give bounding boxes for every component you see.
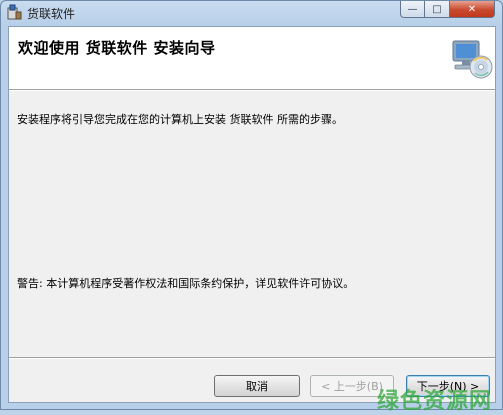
dialog-client-area: 欢迎使用 货联软件 安装向导 安装程序将引导您完成在您的计算机上安装 货联软件 … — [8, 26, 496, 414]
copyright-warning: 警告: 本计算机程序受著作权法和国际条约保护，详见软件许可协议。 — [17, 277, 355, 290]
header-banner: 欢迎使用 货联软件 安装向导 — [9, 27, 495, 90]
back-button[interactable]: < 上一步(B) — [310, 375, 394, 397]
computer-cd-icon — [452, 40, 493, 79]
title-bar[interactable]: 货联软件 — □ ✕ — [1, 1, 502, 25]
next-button[interactable]: 下一步(N) > — [406, 375, 490, 397]
description-text: 安装程序将引导您完成在您的计算机上安装 货联软件 所需的步骤。 — [17, 113, 343, 126]
maximize-button[interactable]: □ — [424, 1, 450, 18]
installer-app-icon — [7, 4, 22, 20]
banner-divider — [9, 90, 495, 91]
close-button[interactable]: ✕ — [449, 1, 495, 18]
minimize-button[interactable]: — — [400, 1, 425, 18]
banner-title: 欢迎使用 货联软件 安装向导 — [18, 39, 216, 57]
window-title: 货联软件 — [27, 7, 76, 21]
cancel-button[interactable]: 取消 — [214, 375, 300, 397]
footer-divider-highlight — [9, 358, 495, 359]
installer-window: 货联软件 — □ ✕ 欢迎使用 货联软件 安装向导 安装程序将引导您完成在您的计… — [0, 0, 503, 414]
